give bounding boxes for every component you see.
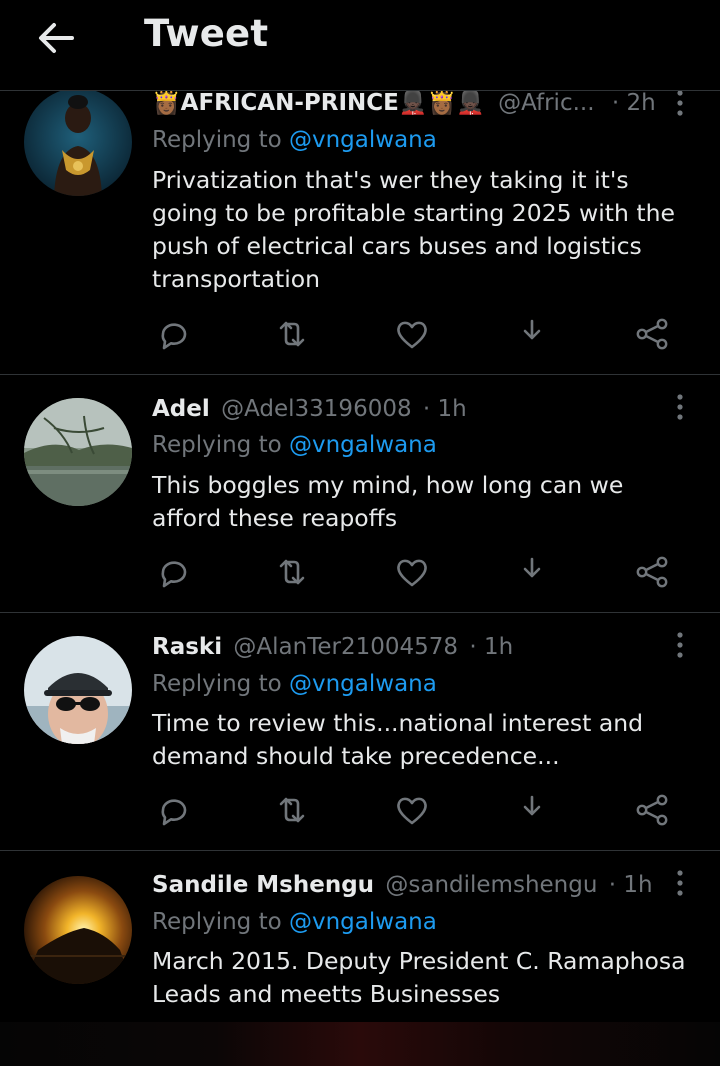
handle[interactable]: @Afric...: [498, 90, 594, 116]
handle[interactable]: @AlanTer21004578: [233, 634, 458, 660]
reply-button[interactable]: [152, 314, 192, 354]
more-vertical-icon: [677, 870, 683, 896]
separator: ·: [422, 396, 431, 422]
like-icon: [397, 321, 427, 349]
tweet-meta: Raski @AlanTer21004578 · 1h: [152, 632, 513, 662]
tweet-actions: [152, 314, 682, 354]
avatar[interactable]: [24, 398, 132, 506]
retweet-button[interactable]: [272, 314, 312, 354]
retweet-icon: [279, 559, 305, 585]
timestamp[interactable]: 1h: [438, 396, 467, 422]
avatar[interactable]: [24, 876, 132, 984]
tweet-actions: [152, 790, 682, 830]
retweet-icon: [279, 797, 305, 823]
mention-link[interactable]: @vngalwana: [289, 909, 437, 935]
share-icon: [636, 794, 668, 826]
mention-link[interactable]: @vngalwana: [289, 127, 437, 153]
reply-button[interactable]: [152, 552, 192, 592]
share-button[interactable]: [632, 790, 672, 830]
avatar[interactable]: [24, 88, 132, 196]
separator: ·: [611, 90, 620, 116]
separator: ·: [469, 634, 477, 660]
more-options-button[interactable]: [670, 868, 690, 898]
tweet-text: Privatization that's wer they taking it …: [152, 166, 675, 293]
replying-to-label: Replying to: [152, 432, 282, 458]
download-icon: [523, 795, 541, 816]
tweet-reply[interactable]: Sandile Mshengu @sandilemshengu · 1h Rep…: [0, 850, 720, 1022]
download-icon: [523, 319, 541, 340]
download-button[interactable]: [512, 790, 552, 830]
reply-icon: [161, 323, 187, 350]
reply-icon: [161, 799, 187, 826]
tweet-meta: Adel @Adel33196008 · 1h: [152, 394, 467, 424]
app-header: Tweet: [0, 0, 720, 91]
download-icon: [523, 557, 541, 578]
timestamp[interactable]: 2h: [626, 90, 655, 116]
retweet-button[interactable]: [272, 552, 312, 592]
like-button[interactable]: [392, 552, 432, 592]
mention-link[interactable]: @vngalwana: [289, 671, 437, 697]
more-options-button[interactable]: [670, 392, 690, 422]
tweet-actions: [152, 552, 682, 592]
timestamp[interactable]: 1h: [484, 634, 513, 660]
tweet-text: This boggles my mind, how long can we af…: [152, 471, 624, 532]
share-button[interactable]: [632, 314, 672, 354]
replying-to-label: Replying to: [152, 671, 282, 697]
arrow-left-icon: [39, 23, 74, 53]
like-icon: [397, 559, 427, 587]
timestamp[interactable]: 1h: [623, 872, 652, 898]
like-button[interactable]: [392, 314, 432, 354]
replying-to: Replying to @vngalwana: [152, 669, 437, 699]
page-title: Tweet: [144, 12, 269, 55]
more-vertical-icon: [677, 90, 683, 116]
tweet-meta: Sandile Mshengu @sandilemshengu · 1h: [152, 870, 653, 900]
next-tweet-media-preview: [0, 1022, 720, 1066]
retweet-icon: [279, 321, 305, 347]
share-icon: [636, 318, 668, 350]
replying-to-label: Replying to: [152, 909, 282, 935]
like-icon: [397, 797, 427, 825]
display-name[interactable]: Sandile Mshengu: [152, 872, 374, 898]
tweet-reply[interactable]: Adel @Adel33196008 · 1h Replying to @vng…: [0, 374, 720, 613]
replying-to: Replying to @vngalwana: [152, 125, 437, 155]
replying-to: Replying to @vngalwana: [152, 430, 437, 460]
tweet-meta: 👸🏾AFRICAN-PRINCE💂🏿👸🏾💂🏿 @Afric... · 2h: [152, 88, 656, 118]
handle[interactable]: @sandilemshengu: [385, 872, 597, 898]
share-icon: [636, 556, 668, 588]
replying-to-label: Replying to: [152, 127, 282, 153]
more-options-button[interactable]: [670, 88, 690, 118]
tweet-reply[interactable]: Raski @AlanTer21004578 · 1h Replying to …: [0, 612, 720, 851]
more-options-button[interactable]: [670, 630, 690, 660]
reply-button[interactable]: [152, 790, 192, 830]
handle[interactable]: @Adel33196008: [221, 396, 412, 422]
replying-to: Replying to @vngalwana: [152, 907, 437, 937]
tweet-text: Time to review this...national interest …: [152, 709, 644, 770]
like-button[interactable]: [392, 790, 432, 830]
avatar[interactable]: [24, 636, 132, 744]
download-button[interactable]: [512, 552, 552, 592]
reply-icon: [161, 561, 187, 588]
display-name[interactable]: 👸🏾AFRICAN-PRINCE💂🏿👸🏾💂🏿: [152, 90, 485, 116]
separator: ·: [608, 872, 617, 898]
display-name[interactable]: Raski: [152, 634, 222, 660]
back-button[interactable]: [34, 18, 78, 58]
retweet-button[interactable]: [272, 790, 312, 830]
more-vertical-icon: [677, 394, 683, 420]
download-button[interactable]: [512, 314, 552, 354]
share-button[interactable]: [632, 552, 672, 592]
display-name[interactable]: Adel: [152, 396, 210, 422]
mention-link[interactable]: @vngalwana: [289, 432, 437, 458]
more-vertical-icon: [677, 632, 683, 658]
tweet-text: March 2015. Deputy President C. Ramaphos…: [152, 947, 686, 1008]
